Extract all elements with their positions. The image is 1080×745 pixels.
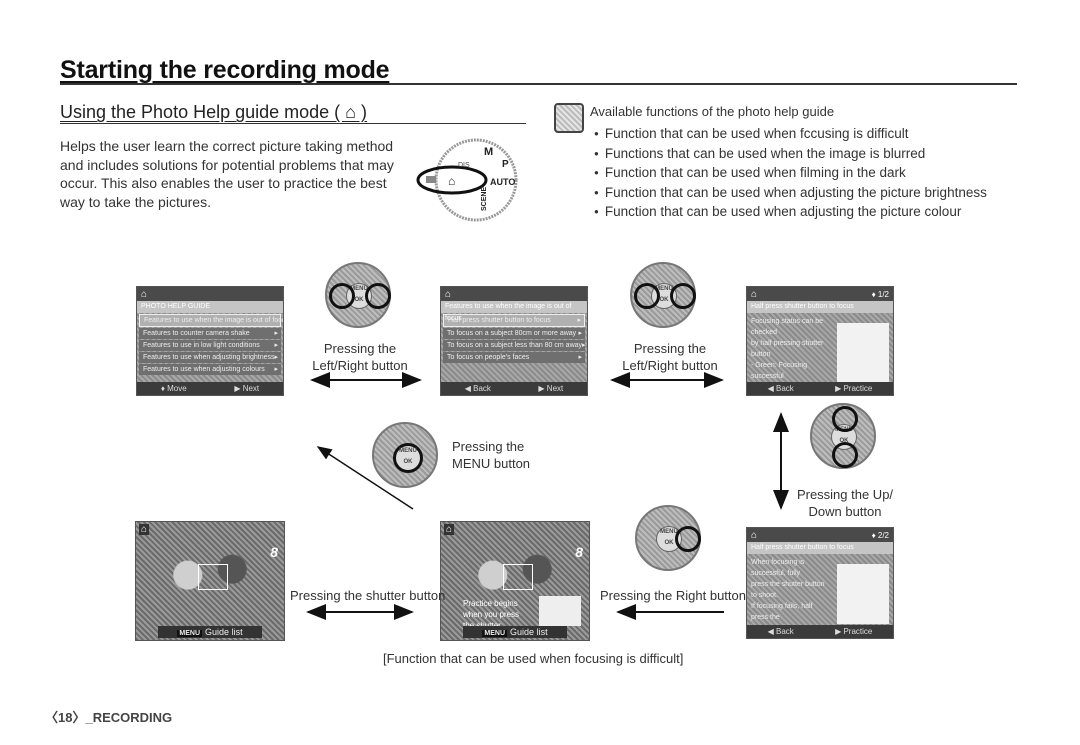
arrow-menu bbox=[316, 446, 414, 510]
page-number: 〈18〉_RECORDING bbox=[45, 710, 173, 725]
figure-caption: [Function that can be used when focusing… bbox=[383, 651, 684, 666]
flow-arrows bbox=[306, 372, 789, 620]
